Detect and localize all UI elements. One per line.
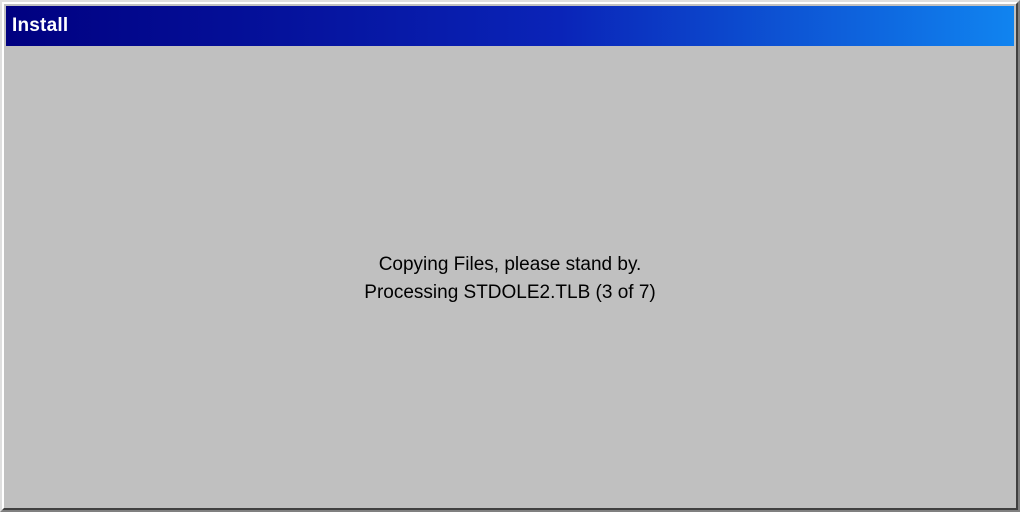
status-message: Copying Files, please stand by. Processi… bbox=[6, 251, 1014, 307]
status-line-processing: Processing STDOLE2.TLB (3 of 7) bbox=[364, 282, 656, 303]
window-title: Install bbox=[12, 15, 69, 36]
status-line-copying: Copying Files, please stand by. bbox=[378, 254, 642, 275]
install-dialog: Install Copying Files, please stand by. … bbox=[0, 0, 1020, 512]
title-bar[interactable]: Install bbox=[6, 6, 1014, 46]
dialog-client-area: Copying Files, please stand by. Processi… bbox=[6, 46, 1014, 506]
